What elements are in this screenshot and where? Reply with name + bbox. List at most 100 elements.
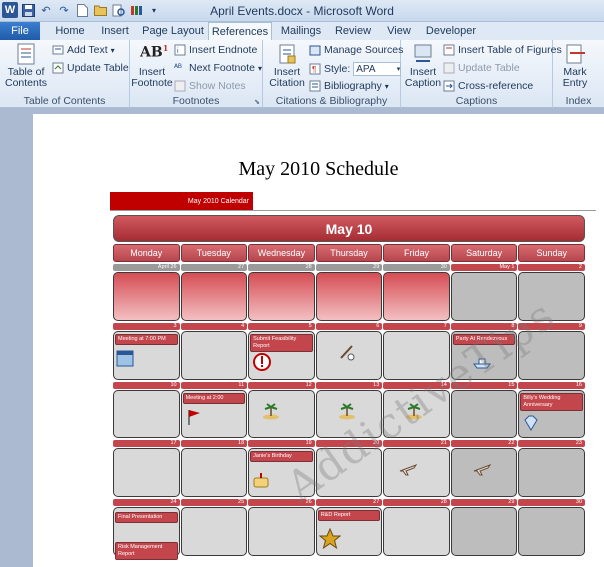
ribbon: Table of Contents Add Text ▾ Update Table… [0,40,604,108]
calendar-day[interactable]: 13 [315,381,383,439]
calendar-day[interactable]: 19 Janie's Birthday [248,440,315,498]
event-submit-report[interactable]: Submit Feasibility Report [250,333,313,352]
day-box [383,389,450,439]
day-number: 21 [383,440,450,448]
day-box [518,448,585,498]
tab-page-layout[interactable]: Page Layout [139,22,207,40]
insert-citation-button[interactable]: Insert Citation [265,43,309,89]
calendar-day[interactable]: 5 Submit Feasibility Report [248,322,315,380]
event-meeting-2[interactable]: Meeting at 2:00 [182,392,246,404]
calendar-day[interactable]: 22 [450,440,518,498]
cross-reference-button[interactable]: Cross-reference [443,80,533,92]
footnotes-dialog-launcher-icon[interactable]: ⬊ [254,98,260,106]
calendar-day[interactable]: 28 [248,264,315,321]
manage-sources-label: Manage Sources [324,44,404,56]
day-number: 29 [315,264,383,271]
next-footnote-button[interactable]: ᴬᴮ Next Footnote ▾ [174,62,262,74]
calendar-day[interactable]: 12 [248,381,315,439]
island-icon [404,401,424,421]
day-box [383,330,450,380]
calendar-day[interactable]: 29 [315,264,383,321]
calendar-day[interactable]: 29 [450,499,518,556]
event-risk-management[interactable]: Risk Management Report [115,542,178,561]
update-table-button[interactable]: Update Table [52,62,129,74]
style-dropdown[interactable]: APA ▾ [353,62,402,76]
tab-view[interactable]: View [379,22,419,40]
calendar-day[interactable]: 24 Final Presentation Risk Management Re… [113,499,180,561]
day-box [518,507,585,556]
day-box [383,272,450,321]
calendar-day[interactable]: 21 [383,440,450,498]
calendar-day[interactable]: 26 [248,499,315,556]
day-number: 20 [315,440,383,448]
captions-update-table-button[interactable]: Update Table [443,62,520,74]
insert-footnote-button[interactable]: AB1 Insert Footnote [130,43,174,89]
calendar-day[interactable]: 14 [383,381,450,439]
day-name: Sunday [518,244,585,262]
calendar-day[interactable]: 7 [383,322,450,380]
calendar-day[interactable]: 8 Party At Rendezvous [450,322,518,380]
ribbon-tabs: File Home Insert Page Layout References … [0,22,604,41]
calendar-day[interactable]: 25 [180,499,248,556]
calendar-day[interactable]: 16 Billy's Wedding Anniversary [518,381,585,439]
day-number: 19 [248,440,315,448]
calendar-day[interactable]: 23 [518,440,585,498]
calendar-day[interactable]: 17 [113,440,180,498]
calendar-day[interactable]: 28 [383,499,450,556]
add-text-button[interactable]: Add Text ▾ [52,44,115,56]
table-of-contents-button[interactable]: Table of Contents [3,43,49,89]
flag-icon [184,407,204,427]
style-selector[interactable]: ¶ Style: APA ▾ [309,62,402,76]
diamond-icon [521,413,541,433]
event-final-presentation[interactable]: Final Presentation [115,512,178,524]
event-janie-birthday[interactable]: Janie's Birthday [250,451,313,463]
calendar-day[interactable]: April 26 [113,264,180,321]
tab-references[interactable]: References [208,22,272,41]
calendar-day[interactable]: 18 [180,440,248,498]
calendar-day[interactable]: 6 [315,322,383,380]
calendar-day[interactable]: 27 R&D Report [315,499,383,556]
day-number: 27 [180,264,248,271]
show-notes-button[interactable]: Show Notes [174,80,246,92]
index-group-label: Index [565,95,592,107]
event-billy-anniversary[interactable]: Billy's Wedding Anniversary [520,392,583,411]
day-box: Meeting at 2:00 [180,389,248,439]
event-party[interactable]: Party At Rendezvous [452,333,516,345]
day-number: 14 [383,381,450,389]
mark-entry-label: Mark Entry [562,66,588,89]
calendar-day[interactable]: 30 [383,264,450,321]
tab-mailings[interactable]: Mailings [275,22,327,40]
calendar-day[interactable]: 9 [518,322,585,380]
tab-insert[interactable]: Insert [93,22,137,40]
calendar-day[interactable]: 27 [180,264,248,321]
tab-developer[interactable]: Developer [422,22,480,40]
day-box [383,507,450,556]
bibliography-icon [309,80,321,92]
event-rd-report[interactable]: R&D Report [317,510,381,522]
insert-footnote-label: Insert Footnote [131,66,173,89]
insert-caption-button[interactable]: Insert Caption [403,43,443,89]
calendar-day[interactable]: May 1 [450,264,518,321]
manage-sources-button[interactable]: Manage Sources [309,44,403,56]
day-name: Thursday [315,244,383,262]
bibliography-button[interactable]: Bibliography ▾ [309,80,389,92]
tab-file[interactable]: File [0,22,40,40]
day-number: 6 [315,322,383,330]
calendar-day[interactable]: 15 [450,381,518,439]
event-meeting-7pm[interactable]: Meeting at 7:00 PM [115,333,178,345]
tab-home[interactable]: Home [50,22,90,40]
calendar-day[interactable]: 3 Meeting at 7:00 PM [113,322,180,380]
calendar-day[interactable]: 20 [315,440,383,498]
calendar-day[interactable]: 4 [180,322,248,380]
day-number: 26 [248,499,315,507]
calendar-day[interactable]: 10 [113,381,180,439]
svg-text:¶: ¶ [312,65,316,74]
calendar-day[interactable]: 11 Meeting at 2:00 [180,381,248,439]
mark-entry-button[interactable]: Mark Entry [555,43,595,89]
calendar-day[interactable]: 30 [518,499,585,556]
insert-endnote-button[interactable]: i Insert Endnote [174,44,257,56]
tab-review[interactable]: Review [330,22,376,40]
calendar-day[interactable]: 2 [518,264,585,321]
document-page[interactable]: May 2010 Schedule May 2010 Calendar May … [33,114,604,567]
insert-table-of-figures-button[interactable]: Insert Table of Figures [443,44,562,56]
